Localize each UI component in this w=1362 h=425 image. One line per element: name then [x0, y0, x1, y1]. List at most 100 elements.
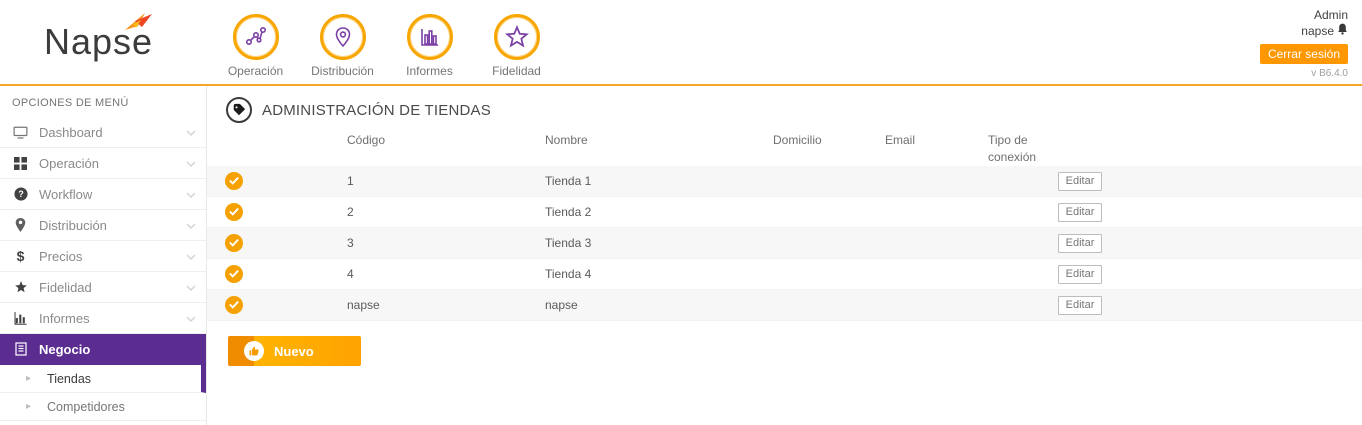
column-header-nombre: Nombre	[527, 132, 755, 166]
sidebar-item-distribucion[interactable]: Distribución	[0, 210, 206, 241]
user-area: Admin napse Cerrar sesión v B6.4.0	[1260, 0, 1362, 84]
nav-operacion-label: Operación	[228, 64, 283, 78]
new-button-label: Nuevo	[274, 344, 314, 359]
top-nav: Operación Distribución Informes	[212, 0, 560, 84]
new-button[interactable]: Nuevo	[228, 336, 361, 366]
column-header-email: Email	[867, 132, 970, 166]
location-pin-icon	[12, 218, 29, 232]
dollar-icon: $	[12, 248, 29, 264]
sidebar-item-label: Precios	[39, 249, 186, 264]
check-circle-icon[interactable]	[225, 203, 243, 221]
thumb-up-icon	[244, 341, 264, 361]
edit-button[interactable]: Editar	[1058, 296, 1102, 315]
sidebar-item-precios[interactable]: $ Precios	[0, 241, 206, 272]
sidebar-item-label: Workflow	[39, 187, 186, 202]
cell-codigo: 1	[329, 174, 527, 188]
brand-logo[interactable]: Napse	[0, 0, 212, 84]
monitor-icon	[12, 126, 29, 139]
chevron-down-icon	[186, 154, 196, 172]
chevron-down-icon	[186, 123, 196, 141]
sidebar-item-informes[interactable]: Informes	[0, 303, 206, 334]
table-row: 4 Tienda 4 Editar	[207, 259, 1362, 290]
user-account: napse	[1260, 23, 1348, 39]
location-pin-icon	[320, 14, 366, 60]
cell-codigo: 4	[329, 267, 527, 281]
cell-codigo: 2	[329, 205, 527, 219]
version-label: v B6.4.0	[1260, 68, 1348, 79]
column-header-codigo: Código	[329, 132, 527, 166]
edit-button[interactable]: Editar	[1058, 265, 1102, 284]
spark-icon	[121, 8, 155, 43]
check-circle-icon[interactable]	[225, 265, 243, 283]
sidebar-item-negocio[interactable]: Negocio	[0, 334, 206, 365]
user-account-name: napse	[1301, 23, 1334, 39]
sidebar-item-label: Fidelidad	[39, 280, 186, 295]
chevron-down-icon	[186, 278, 196, 296]
logout-button[interactable]: Cerrar sesión	[1260, 44, 1348, 64]
star-icon	[494, 14, 540, 60]
sidebar-item-label: Negocio	[39, 342, 196, 357]
edit-button[interactable]: Editar	[1058, 234, 1102, 253]
bar-chart-icon	[12, 312, 29, 325]
nav-fidelidad-label: Fidelidad	[492, 64, 541, 78]
table-row: 1 Tienda 1 Editar	[207, 166, 1362, 197]
sidebar-item-label: Operación	[39, 156, 186, 171]
table-row: napse napse Editar	[207, 290, 1362, 321]
nav-operacion[interactable]: Operación	[212, 14, 299, 78]
bell-icon[interactable]	[1337, 23, 1348, 39]
page-title: ADMINISTRACIÓN DE TIENDAS	[262, 102, 491, 119]
sidebar-item-workflow[interactable]: ? Workflow	[0, 179, 206, 210]
svg-text:?: ?	[18, 189, 23, 199]
edit-button[interactable]: Editar	[1058, 172, 1102, 191]
tag-icon	[226, 97, 252, 123]
sidebar-subitem-competidores[interactable]: ▸ Competidores	[0, 393, 206, 421]
check-circle-icon[interactable]	[225, 296, 243, 314]
cell-codigo: 3	[329, 236, 527, 250]
nav-informes-label: Informes	[406, 64, 453, 78]
chevron-down-icon	[186, 216, 196, 234]
main-content: ADMINISTRACIÓN DE TIENDAS Código Nombre …	[207, 86, 1362, 425]
nav-informes[interactable]: Informes	[386, 14, 473, 78]
question-circle-icon: ?	[12, 187, 29, 201]
chevron-down-icon	[186, 309, 196, 327]
cell-nombre: Tienda 3	[527, 236, 755, 250]
sidebar-item-label: Informes	[39, 311, 186, 326]
star-icon	[12, 280, 29, 294]
sidebar-item-fidelidad[interactable]: Fidelidad	[0, 272, 206, 303]
check-circle-icon[interactable]	[225, 172, 243, 190]
sidebar-subitem-label: Competidores	[47, 400, 125, 414]
sidebar-subitem-label: Tiendas	[47, 372, 91, 386]
sidebar-title: OPCIONES DE MENÚ	[0, 86, 206, 117]
arrow-right-icon: ▸	[26, 373, 31, 384]
grid-icon	[12, 157, 29, 170]
sidebar-item-dashboard[interactable]: Dashboard	[0, 117, 206, 148]
sidebar-item-label: Dashboard	[39, 125, 186, 140]
building-icon	[12, 342, 29, 356]
nav-distribucion[interactable]: Distribución	[299, 14, 386, 78]
column-header-domicilio: Domicilio	[755, 132, 867, 166]
nav-fidelidad[interactable]: Fidelidad	[473, 14, 560, 78]
edit-button[interactable]: Editar	[1058, 203, 1102, 222]
cell-nombre: Tienda 1	[527, 174, 755, 188]
chevron-down-icon	[186, 185, 196, 203]
cell-nombre: napse	[527, 298, 755, 312]
cell-nombre: Tienda 2	[527, 205, 755, 219]
sidebar-item-operacion[interactable]: Operación	[0, 148, 206, 179]
check-circle-icon[interactable]	[225, 234, 243, 252]
column-header-tipo-conexion: Tipo de conexión	[970, 132, 1048, 166]
stores-table: Código Nombre Domicilio Email Tipo de co…	[207, 124, 1362, 321]
arrow-right-icon: ▸	[26, 401, 31, 412]
page-title-row: ADMINISTRACIÓN DE TIENDAS	[226, 96, 1362, 124]
table-row: 2 Tienda 2 Editar	[207, 197, 1362, 228]
cell-codigo: napse	[329, 298, 527, 312]
table-row: 3 Tienda 3 Editar	[207, 228, 1362, 259]
top-header: Napse Operación	[0, 0, 1362, 86]
cell-nombre: Tienda 4	[527, 267, 755, 281]
sidebar-item-label: Distribución	[39, 218, 186, 233]
chevron-down-icon	[186, 247, 196, 265]
sidebar-subitem-tiendas[interactable]: ▸ Tiendas	[0, 365, 206, 393]
table-header-row: Código Nombre Domicilio Email Tipo de co…	[207, 124, 1362, 166]
bar-chart-icon	[407, 14, 453, 60]
nav-distribucion-label: Distribución	[311, 64, 374, 78]
user-name: Admin	[1260, 8, 1348, 23]
